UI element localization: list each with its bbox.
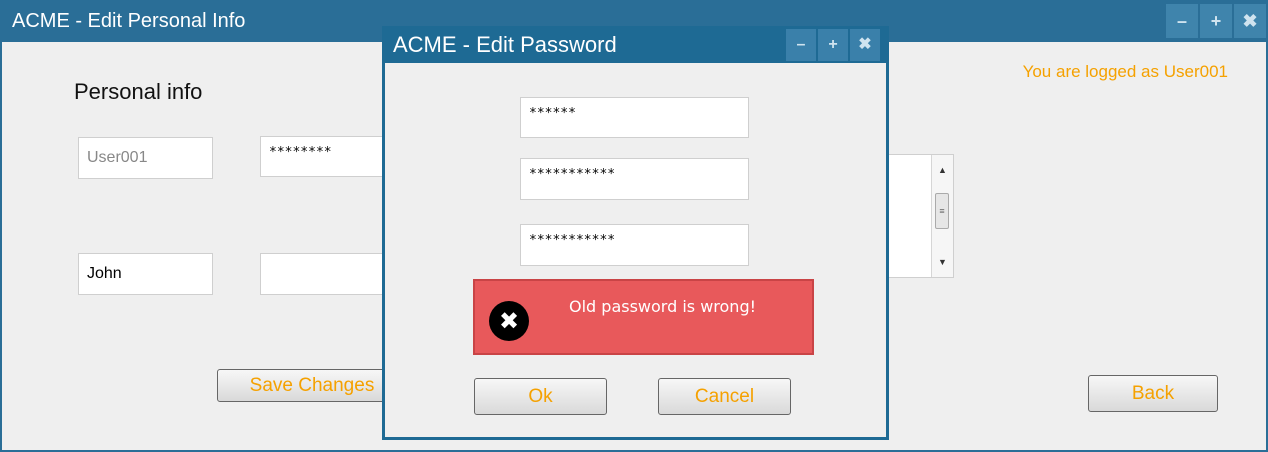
close-icon[interactable]: ✖ — [850, 29, 880, 61]
minimize-icon[interactable]: – — [786, 29, 816, 61]
error-icon: ✖ — [489, 301, 529, 341]
dialog-window-controls: – + ✖ — [786, 29, 880, 61]
scroll-up-icon[interactable]: ▲ — [932, 165, 953, 175]
cancel-button[interactable]: Cancel — [658, 378, 791, 415]
first-name-field[interactable]: John — [78, 253, 213, 295]
minimize-icon[interactable]: – — [1166, 4, 1198, 38]
close-icon[interactable]: ✖ — [1234, 4, 1266, 38]
scroll-down-icon[interactable]: ▼ — [932, 257, 953, 267]
edit-password-dialog: ACME - Edit Password – + ✖ ****** ******… — [382, 26, 889, 440]
maximize-icon[interactable]: + — [1200, 4, 1232, 38]
old-password-field[interactable]: ****** — [520, 97, 749, 138]
logged-in-status: You are logged as User001 — [1022, 62, 1228, 81]
confirm-password-field[interactable]: *********** — [520, 224, 749, 266]
ok-button[interactable]: Ok — [474, 378, 607, 415]
dialog-title: ACME - Edit Password — [393, 32, 617, 57]
scroll-thumb[interactable]: ≡ — [935, 193, 949, 229]
error-message: Old password is wrong! — [569, 297, 757, 316]
textarea-scrollbar[interactable]: ▲ ≡ ▼ — [931, 155, 953, 277]
main-window-controls: – + ✖ — [1166, 4, 1266, 38]
section-title: Personal info — [74, 79, 203, 104]
password-field[interactable]: ******** — [260, 136, 390, 177]
username-field[interactable]: User001 — [78, 137, 213, 179]
dialog-titlebar[interactable]: ACME - Edit Password – + ✖ — [385, 29, 886, 63]
maximize-icon[interactable]: + — [818, 29, 848, 61]
last-name-field[interactable] — [260, 253, 390, 295]
notes-textarea[interactable]: ▲ ≡ ▼ — [882, 154, 954, 278]
save-changes-button[interactable]: Save Changes — [217, 369, 407, 402]
new-password-field[interactable]: *********** — [520, 158, 749, 200]
error-alert: ✖ Old password is wrong! — [473, 279, 814, 355]
main-window-title: ACME - Edit Personal Info — [12, 10, 246, 32]
back-button[interactable]: Back — [1088, 375, 1218, 412]
